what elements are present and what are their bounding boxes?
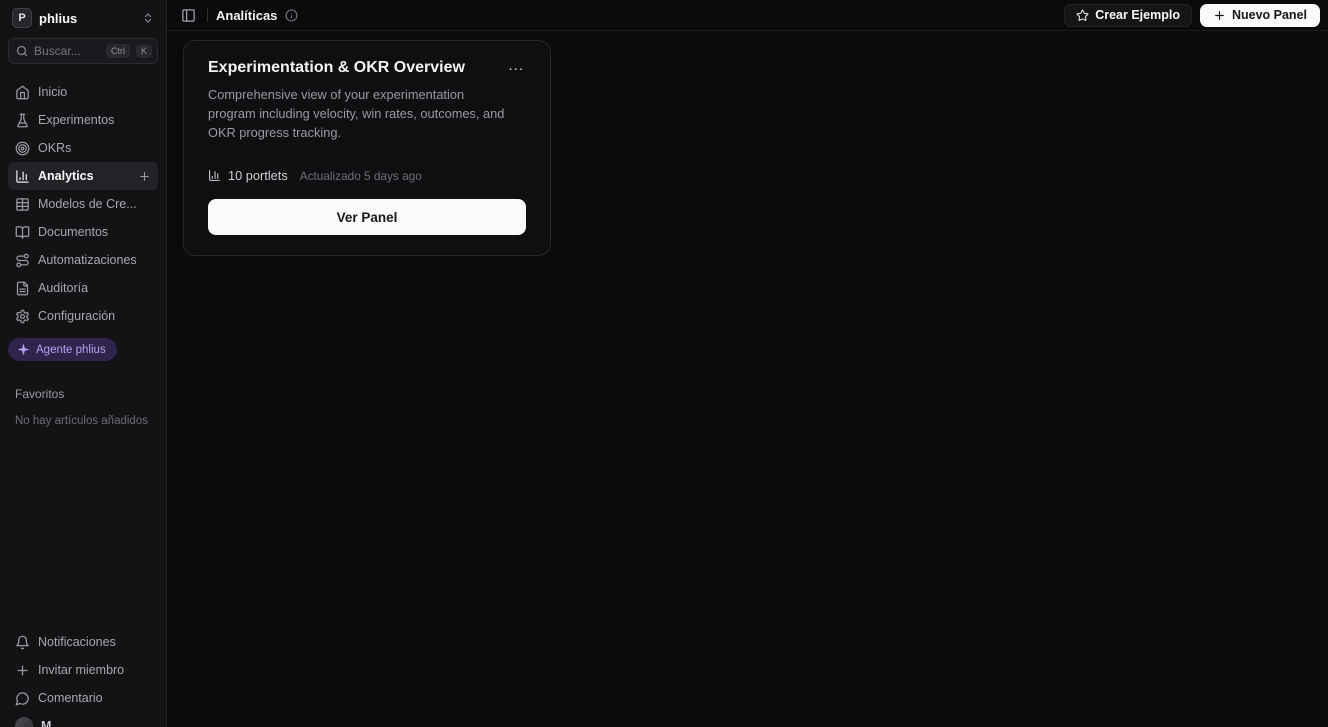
route-icon bbox=[15, 253, 30, 268]
star-icon bbox=[1076, 9, 1089, 22]
bell-icon bbox=[15, 635, 30, 650]
topbar: Analíticas Crear Ejemplo Nuevo Panel bbox=[167, 0, 1328, 31]
target-icon bbox=[15, 141, 30, 156]
card-menu-button[interactable]: ... bbox=[506, 59, 526, 73]
sidebar-item-analytics[interactable]: Analytics bbox=[8, 162, 158, 190]
invite-member-button[interactable]: Invitar miembro bbox=[8, 656, 158, 684]
toggle-sidebar-button[interactable] bbox=[178, 5, 199, 26]
message-circle-icon bbox=[15, 691, 30, 706]
main-area: Analíticas Crear Ejemplo Nuevo Panel Exp… bbox=[167, 0, 1328, 727]
sidebar-nav: Inicio Experimentos OKRs Analytics Model… bbox=[8, 78, 158, 330]
create-example-button[interactable]: Crear Ejemplo bbox=[1064, 4, 1192, 27]
favorites-section: Favoritos No hay artículos añadidos bbox=[8, 387, 158, 427]
new-panel-button[interactable]: Nuevo Panel bbox=[1200, 4, 1320, 27]
workspace-name: phlius bbox=[39, 11, 135, 26]
notifications-button[interactable]: Notificaciones bbox=[8, 628, 158, 656]
bar-chart-icon bbox=[15, 169, 30, 184]
favorites-empty-text: No hay artículos añadidos bbox=[15, 415, 151, 427]
search-icon bbox=[16, 45, 28, 57]
favorites-title: Favoritos bbox=[15, 387, 151, 401]
card-description: Comprehensive view of your experimentati… bbox=[208, 85, 508, 142]
search-input[interactable]: Buscar... Ctrl K bbox=[8, 38, 158, 64]
sidebar-item-experimentos[interactable]: Experimentos bbox=[8, 106, 158, 134]
sidebar-item-inicio[interactable]: Inicio bbox=[8, 78, 158, 106]
sidebar-item-automatizaciones[interactable]: Automatizaciones bbox=[8, 246, 158, 274]
gear-icon bbox=[15, 309, 30, 324]
topbar-divider bbox=[207, 8, 208, 22]
view-panel-button[interactable]: Ver Panel bbox=[208, 199, 526, 235]
sidebar-footer: Notificaciones Invitar miembro Comentari… bbox=[8, 628, 158, 727]
book-open-icon bbox=[15, 225, 30, 240]
sidebar: P phlius Buscar... Ctrl K Inicio Experim… bbox=[0, 0, 167, 727]
sidebar-item-configuracion[interactable]: Configuración bbox=[8, 302, 158, 330]
workspace-logo: P bbox=[12, 8, 32, 28]
k-key-badge: K bbox=[136, 44, 152, 58]
search-placeholder: Buscar... bbox=[34, 44, 100, 58]
sidebar-item-modelos[interactable]: Modelos de Cre... bbox=[8, 190, 158, 218]
home-icon bbox=[15, 85, 30, 100]
card-title: Experimentation & OKR Overview bbox=[208, 59, 506, 77]
chevrons-up-down-icon bbox=[142, 12, 154, 24]
ctrl-key-badge: Ctrl bbox=[106, 44, 130, 58]
comment-button[interactable]: Comentario bbox=[8, 684, 158, 712]
portlets-count: 10 portlets bbox=[208, 168, 288, 183]
flask-icon bbox=[15, 113, 30, 128]
user-name: M bbox=[41, 719, 51, 727]
info-icon[interactable] bbox=[285, 9, 298, 22]
table-icon bbox=[15, 197, 30, 212]
agent-phlius-button[interactable]: Agente phlius bbox=[8, 338, 117, 361]
agent-phlius-label: Agente phlius bbox=[36, 344, 106, 356]
sidebar-item-auditoria[interactable]: Auditoría bbox=[8, 274, 158, 302]
add-analytics-button[interactable] bbox=[138, 170, 151, 183]
panel-left-icon bbox=[181, 8, 196, 23]
sparkles-icon bbox=[17, 343, 30, 356]
dashboard-card: Experimentation & OKR Overview ... Compr… bbox=[183, 40, 551, 256]
bar-chart-icon bbox=[208, 169, 221, 182]
plus-icon bbox=[1213, 9, 1226, 22]
user-profile-row[interactable]: M bbox=[8, 712, 158, 727]
page-title: Analíticas bbox=[216, 8, 277, 23]
sidebar-item-documentos[interactable]: Documentos bbox=[8, 218, 158, 246]
workspace-switcher[interactable]: P phlius bbox=[8, 6, 158, 30]
sidebar-item-okrs[interactable]: OKRs bbox=[8, 134, 158, 162]
app-window: P phlius Buscar... Ctrl K Inicio Experim… bbox=[0, 0, 1328, 727]
updated-timestamp: Actualizado 5 days ago bbox=[300, 169, 422, 183]
plus-icon bbox=[15, 663, 30, 678]
file-text-icon bbox=[15, 281, 30, 296]
avatar bbox=[15, 717, 33, 727]
dashboard-list: Experimentation & OKR Overview ... Compr… bbox=[167, 31, 1328, 265]
